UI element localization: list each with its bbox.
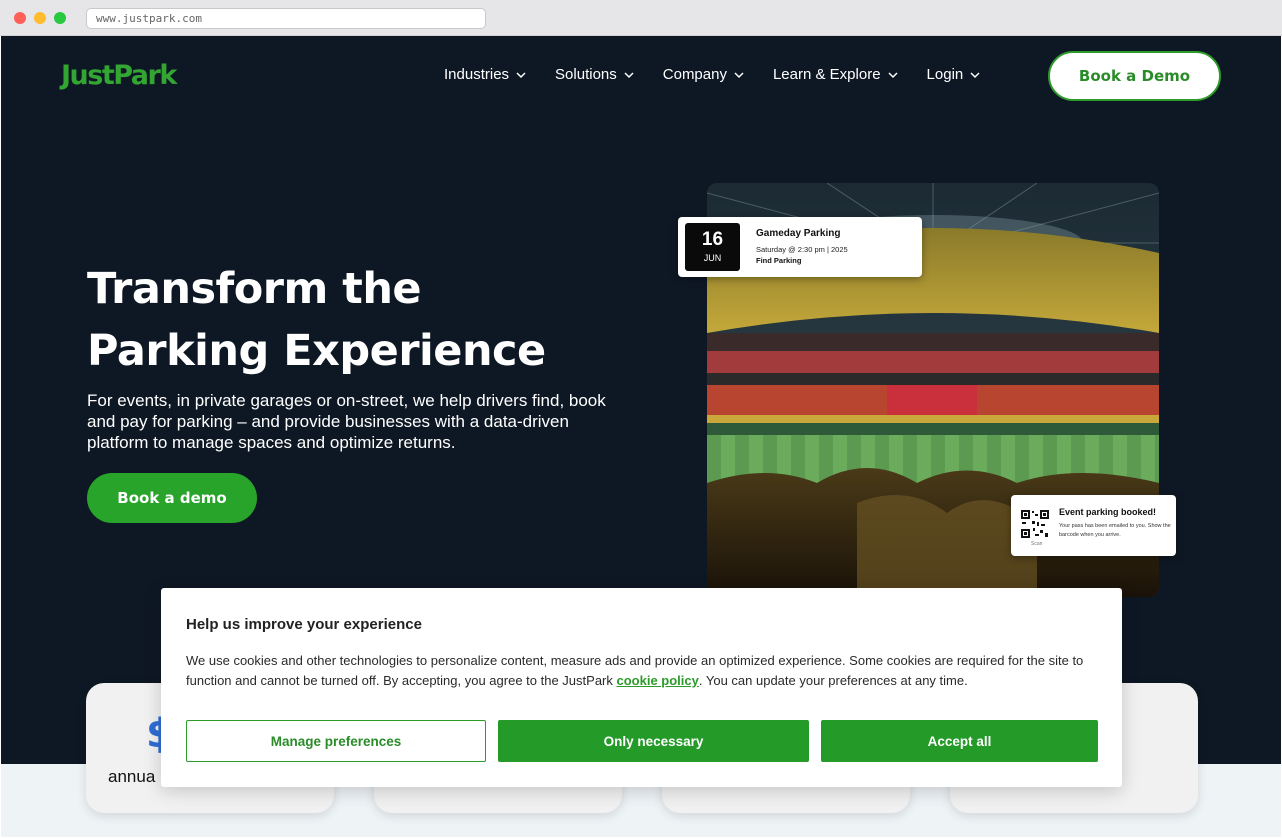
chevron-down-icon	[516, 71, 526, 78]
nav-label: Industries	[444, 66, 510, 83]
gameday-datetime: Saturday @ 2:30 pm | 2025	[756, 245, 848, 254]
justpark-logo[interactable]: JustPark	[61, 60, 177, 91]
cookie-dialog-body: We use cookies and other technologies to…	[186, 651, 1101, 691]
nav-label: Solutions	[555, 66, 617, 83]
chevron-down-icon	[970, 71, 980, 78]
main-nav: Industries Solutions Company Learn & Exp…	[444, 66, 1009, 83]
hero-title: Transform the Parking Experience	[87, 258, 627, 382]
hero-book-demo-button[interactable]: Book a demo	[87, 473, 257, 523]
nav-login[interactable]: Login	[927, 66, 981, 83]
nav-company[interactable]: Company	[663, 66, 744, 83]
qr-code-icon	[1020, 509, 1050, 539]
address-bar[interactable]: www.justpark.com	[86, 8, 486, 29]
nav-learn-explore[interactable]: Learn & Explore	[773, 66, 898, 83]
book-a-demo-button[interactable]: Book a Demo	[1048, 51, 1221, 101]
hero-title-line-1: Transform the	[87, 264, 422, 314]
window-minimize-button[interactable]	[34, 12, 46, 24]
cookie-policy-link[interactable]: cookie policy	[617, 673, 699, 688]
find-parking-link[interactable]: Find Parking	[756, 256, 801, 265]
manage-preferences-button[interactable]: Manage preferences	[186, 720, 486, 762]
chevron-down-icon	[888, 71, 898, 78]
gameday-title: Gameday Parking	[756, 228, 841, 239]
only-necessary-button[interactable]: Only necessary	[498, 720, 809, 762]
event-month: JUN	[703, 253, 722, 263]
event-date-box: 16 JUN	[685, 223, 740, 271]
stat-label: annua	[108, 767, 156, 786]
event-booked-card: Scan Event parking booked! Your pass has…	[1011, 495, 1176, 556]
qr-label: Scan	[1031, 541, 1043, 547]
cookie-consent-dialog: Help us improve your experience We use c…	[161, 588, 1122, 787]
nav-solutions[interactable]: Solutions	[555, 66, 634, 83]
nav-label: Login	[926, 66, 964, 83]
chevron-down-icon	[624, 71, 634, 78]
window-close-button[interactable]	[14, 12, 26, 24]
cookie-dialog-title: Help us improve your experience	[186, 616, 422, 633]
booked-title: Event parking booked!	[1059, 507, 1157, 517]
gameday-parking-card[interactable]: 16 JUN Gameday Parking Saturday @ 2:30 p…	[678, 217, 922, 277]
hero-subtitle: For events, in private garages or on-str…	[87, 391, 606, 452]
page: JustPark Industries Solutions Company Le…	[1, 36, 1281, 837]
hero-title-line-2: Parking Experience	[87, 326, 546, 376]
window-maximize-button[interactable]	[54, 12, 66, 24]
booked-text: Your pass has been emailed to you. Show …	[1059, 523, 1171, 538]
nav-label: Company	[662, 66, 727, 83]
nav-industries[interactable]: Industries	[444, 66, 526, 83]
event-day: 16	[701, 229, 724, 250]
nav-label: Learn & Explore	[772, 66, 881, 83]
chevron-down-icon	[734, 71, 744, 78]
browser-toolbar: www.justpark.com	[0, 0, 1282, 36]
accept-all-button[interactable]: Accept all	[821, 720, 1098, 762]
cookie-body-text-end: . You can update your preferences at any…	[698, 673, 968, 688]
